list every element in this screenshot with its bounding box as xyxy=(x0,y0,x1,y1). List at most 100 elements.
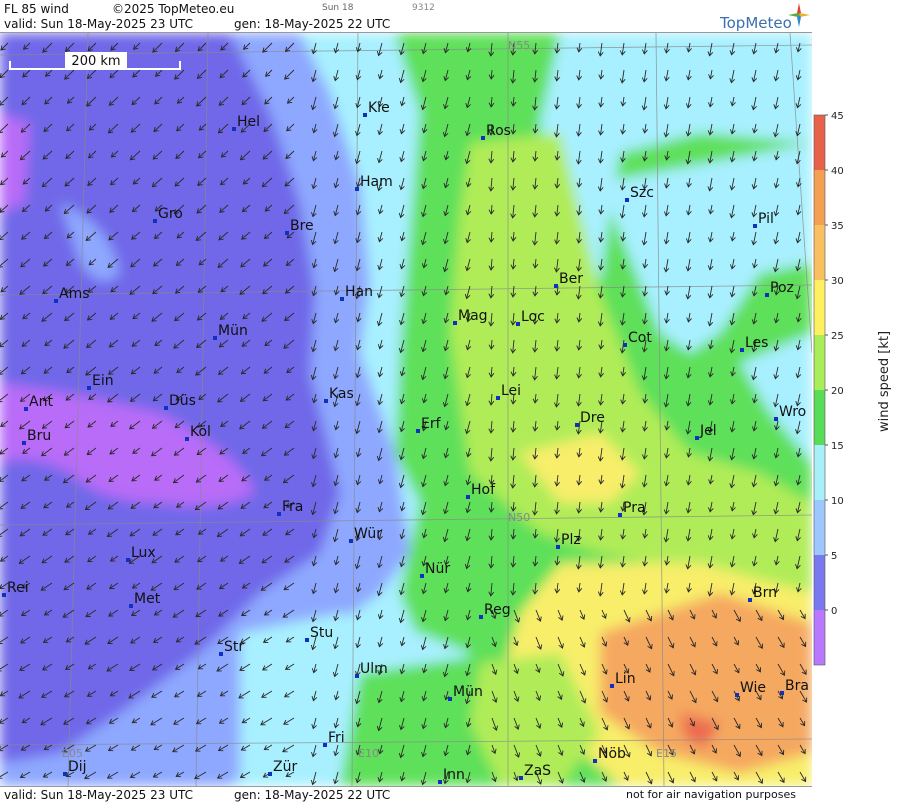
wind-speed-field xyxy=(0,33,812,786)
city-marker xyxy=(438,780,442,784)
city-label: Poz xyxy=(770,280,794,296)
city-label: Stu xyxy=(310,625,333,641)
city-label: ZaS xyxy=(524,763,551,779)
city-marker xyxy=(765,293,769,297)
city-marker xyxy=(323,743,327,747)
city-label: Kie xyxy=(368,100,390,116)
legend-tick-label: 25 xyxy=(831,331,844,342)
city-label: Inn xyxy=(443,767,465,783)
city-marker xyxy=(695,436,699,440)
city-marker xyxy=(153,219,157,223)
city-label: Jel xyxy=(699,423,717,439)
city-label: Mün xyxy=(218,323,248,339)
city-marker xyxy=(416,429,420,433)
city-marker xyxy=(277,512,281,516)
city-label: Pil xyxy=(758,211,774,227)
city-label: Pra xyxy=(623,500,646,516)
city-label: Zür xyxy=(273,759,297,775)
city-marker xyxy=(363,113,367,117)
copyright: ©2025 TopMeteo.eu xyxy=(112,2,235,16)
city-marker xyxy=(340,297,344,301)
city-marker xyxy=(164,406,168,410)
city-marker xyxy=(324,399,328,403)
city-marker xyxy=(479,615,483,619)
city-label: Erf xyxy=(421,416,442,432)
footer-valid-time: valid: Sun 18-May-2025 23 UTC xyxy=(4,788,193,802)
grid-label-e15: E15 xyxy=(656,747,677,760)
city-marker xyxy=(554,284,558,288)
scale-label: 200 km xyxy=(71,54,120,69)
city-marker xyxy=(448,697,452,701)
city-label: Köl xyxy=(190,424,211,440)
city-marker xyxy=(740,348,744,352)
city-label: Ant xyxy=(29,394,53,410)
legend-swatch xyxy=(814,390,825,445)
city-marker xyxy=(618,513,622,517)
legend-swatch xyxy=(814,280,825,335)
footer-gen-time: gen: 18-May-2025 22 UTC xyxy=(234,788,391,802)
city-label: Lin xyxy=(615,671,636,687)
city-marker xyxy=(355,187,359,191)
legend-swatch xyxy=(814,335,825,390)
city-label: Cot xyxy=(628,330,652,346)
city-label: Kas xyxy=(329,386,354,402)
city-marker xyxy=(453,321,457,325)
day-label: Sun 18 xyxy=(322,3,354,13)
city-label: Ams xyxy=(59,286,90,302)
city-marker xyxy=(481,136,485,140)
city-label: Mag xyxy=(458,308,488,324)
city-marker xyxy=(735,693,739,697)
header-bar: FL 85 wind ©2025 TopMeteo.eu Sun 18 9312… xyxy=(0,0,812,33)
city-marker xyxy=(305,638,309,642)
city-label: Wür xyxy=(354,526,382,542)
city-label: Mün xyxy=(453,684,483,700)
city-marker xyxy=(610,684,614,688)
legend-swatch xyxy=(814,610,825,665)
city-label: Ros xyxy=(486,123,511,139)
legend-tick-label: 40 xyxy=(831,166,844,177)
legend-swatch xyxy=(814,170,825,225)
city-label: Ham xyxy=(360,174,393,190)
legend-title: wind speed [kt] xyxy=(877,331,892,432)
city-label: Ein xyxy=(92,373,114,389)
city-label: Gro xyxy=(158,206,183,222)
city-label: Dij xyxy=(68,759,87,775)
legend-swatch xyxy=(814,225,825,280)
legend-tick-label: 5 xyxy=(831,551,837,562)
legend-tick-label: 15 xyxy=(831,441,844,452)
grid-label-e10: E10 xyxy=(358,747,379,760)
disclaimer: not for air navigation purposes xyxy=(626,788,796,801)
legend-tick-label: 30 xyxy=(831,276,844,287)
city-label: Wro xyxy=(779,404,806,420)
city-marker xyxy=(232,127,236,131)
city-marker xyxy=(556,545,560,549)
city-marker xyxy=(268,772,272,776)
city-marker xyxy=(780,691,784,695)
legend-tick-label: 20 xyxy=(831,386,844,397)
legend-color-bar xyxy=(813,114,826,666)
city-marker xyxy=(355,674,359,678)
city-label: Nür xyxy=(425,561,450,577)
gen-time: gen: 18-May-2025 22 UTC xyxy=(234,17,391,31)
city-marker xyxy=(753,224,757,228)
city-marker xyxy=(63,772,67,776)
city-label: Rei xyxy=(7,580,29,596)
city-label: Str xyxy=(224,639,244,655)
color-legend: 45 40 35 30 25 20 15 10 5 0 wind speed [kt] xyxy=(812,0,904,801)
city-label: Ulm xyxy=(360,661,388,677)
city-marker xyxy=(54,299,58,303)
city-marker xyxy=(285,231,289,235)
city-marker xyxy=(516,322,520,326)
city-label: Ber xyxy=(559,271,583,287)
city-marker xyxy=(519,776,523,780)
city-marker xyxy=(593,759,597,763)
city-label: Reg xyxy=(484,602,511,618)
city-label: Düs xyxy=(169,393,196,409)
city-label: Lux xyxy=(131,545,156,561)
city-label: Fri xyxy=(328,730,345,746)
city-marker xyxy=(213,336,217,340)
city-marker xyxy=(2,593,6,597)
city-label: Bre xyxy=(290,218,314,234)
city-marker xyxy=(349,539,353,543)
compass-logo-icon xyxy=(788,3,810,27)
